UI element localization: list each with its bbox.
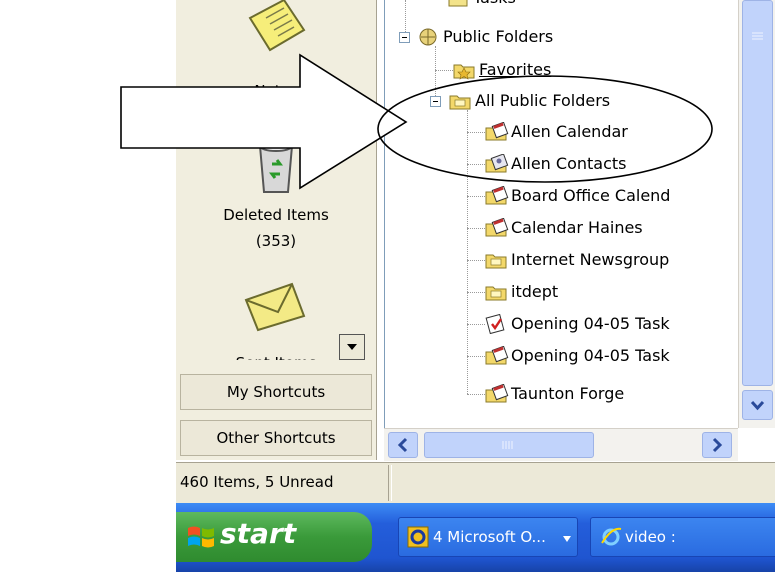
grip-icon <box>502 441 513 449</box>
taskbar-item-microsoft-outlook[interactable]: 4 Microsoft O... <box>398 517 578 557</box>
calendar-folder-icon <box>485 186 509 205</box>
deleted-items-icon[interactable] <box>256 138 296 194</box>
internet-explorer-icon <box>601 527 622 546</box>
mail-folder-icon <box>485 254 507 269</box>
start-label: start <box>220 517 297 550</box>
other-shortcuts-button[interactable]: Other Shortcuts <box>180 420 372 456</box>
taskbar: start 4 Microsoft O... video : <box>176 503 775 572</box>
tree-connector <box>467 110 468 394</box>
status-bar: 460 Items, 5 Unread <box>176 462 775 503</box>
contacts-folder-icon <box>485 154 509 173</box>
horizontal-scrollbar[interactable] <box>384 428 738 461</box>
tree-connector <box>435 46 436 100</box>
start-button[interactable]: start <box>176 512 372 562</box>
vertical-scroll-thumb[interactable] <box>742 0 773 386</box>
shortcuts-scroll-down-button[interactable] <box>339 334 365 360</box>
dropdown-arrow-icon <box>563 536 571 542</box>
public-folders-icon <box>419 28 437 46</box>
chevron-left-icon <box>397 437 408 453</box>
tree-connector <box>467 356 485 357</box>
scroll-down-button[interactable] <box>742 390 773 420</box>
public-folders-expander[interactable] <box>399 32 410 43</box>
windows-logo-icon <box>188 526 214 548</box>
tree-connector <box>467 228 485 229</box>
tree-connector <box>435 70 453 71</box>
arrow-down-icon <box>347 344 357 350</box>
deleted-items-count: (353) <box>255 232 297 250</box>
status-divider <box>388 465 392 501</box>
notes-icon[interactable] <box>244 0 308 60</box>
my-shortcuts-button[interactable]: My Shortcuts <box>180 374 372 410</box>
horizontal-scroll-thumb[interactable] <box>424 432 594 458</box>
folder-tree: Tasks Public Folders Favorites All Publi… <box>384 0 739 428</box>
outlook-bar: Notes Deleted Items (353) Sent Items My … <box>176 0 377 460</box>
notes-label[interactable]: Notes <box>176 76 376 90</box>
tree-connector <box>467 164 485 165</box>
tasks-folder-icon <box>485 314 505 334</box>
scroll-right-button[interactable] <box>702 432 732 458</box>
folder-icon <box>449 95 471 110</box>
tree-connector <box>467 394 485 395</box>
tree-connector <box>405 0 406 36</box>
sent-items-icon[interactable] <box>242 282 308 332</box>
tree-connector <box>467 132 485 133</box>
tree-connector <box>467 260 485 261</box>
calendar-folder-icon <box>485 384 509 403</box>
all-public-folders-expander[interactable] <box>430 96 441 107</box>
mail-folder-icon <box>485 286 507 301</box>
tree-connector <box>467 324 485 325</box>
tree-connector <box>467 196 485 197</box>
tree-connector <box>467 292 485 293</box>
favorites-folder-icon <box>453 64 475 80</box>
status-text: 460 Items, 5 Unread <box>180 473 334 491</box>
calendar-folder-icon <box>485 218 509 237</box>
tasks-folder-icon <box>448 0 468 7</box>
calendar-folder-icon <box>485 346 509 365</box>
outlook-icon <box>407 526 429 548</box>
grip-icon <box>752 32 763 40</box>
scroll-left-button[interactable] <box>388 432 418 458</box>
chevron-right-icon <box>712 437 723 453</box>
deleted-items-label[interactable]: Deleted Items <box>176 206 376 224</box>
calendar-folder-icon <box>485 122 509 141</box>
chevron-down-icon <box>750 400 765 411</box>
vertical-scrollbar[interactable] <box>738 0 775 428</box>
taskbar-item-video[interactable]: video : <box>590 517 775 557</box>
